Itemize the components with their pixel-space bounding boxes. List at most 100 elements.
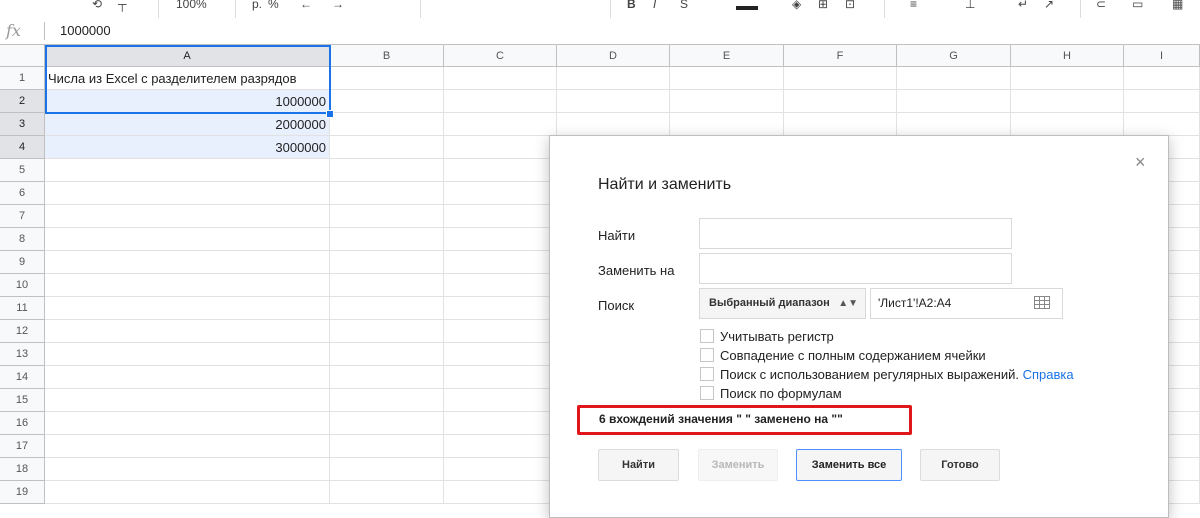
- text-color-icon[interactable]: [736, 6, 758, 10]
- cell-a5[interactable]: [45, 159, 330, 182]
- cell-b3[interactable]: [330, 113, 444, 136]
- cell-a19[interactable]: [45, 481, 330, 504]
- cell-c9[interactable]: [444, 251, 557, 274]
- find-button[interactable]: Найти: [598, 449, 679, 481]
- cell-g3[interactable]: [897, 113, 1011, 136]
- cell-c16[interactable]: [444, 412, 557, 435]
- column-header[interactable]: E: [670, 45, 784, 67]
- cell-b12[interactable]: [330, 320, 444, 343]
- done-button[interactable]: Готово: [920, 449, 1000, 481]
- cell-c7[interactable]: [444, 205, 557, 228]
- formula-input[interactable]: 1000000: [60, 23, 111, 38]
- cell-c10[interactable]: [444, 274, 557, 297]
- cell-b9[interactable]: [330, 251, 444, 274]
- cell-f1[interactable]: [784, 67, 897, 90]
- cell-a9[interactable]: [45, 251, 330, 274]
- cell-d3[interactable]: [557, 113, 670, 136]
- help-link[interactable]: Справка: [1023, 367, 1074, 382]
- cell-a1[interactable]: Числа из Excel с разделителем разрядов: [45, 67, 330, 90]
- checkbox[interactable]: [700, 367, 714, 381]
- cell-a15[interactable]: [45, 389, 330, 412]
- column-header[interactable]: D: [557, 45, 670, 67]
- text-rotation-icon[interactable]: ↗: [1044, 0, 1054, 14]
- cell-a17[interactable]: [45, 435, 330, 458]
- vertical-align-icon[interactable]: ⊥: [965, 0, 975, 14]
- close-icon[interactable]: ×: [1135, 152, 1146, 173]
- column-header[interactable]: F: [784, 45, 897, 67]
- search-scope-select[interactable]: Выбранный диапазон ▲▼: [699, 288, 866, 319]
- cell-c15[interactable]: [444, 389, 557, 412]
- cell-e2[interactable]: [670, 90, 784, 113]
- fill-color-icon[interactable]: ◈: [792, 0, 801, 14]
- horizontal-align-icon[interactable]: ≡: [910, 0, 917, 14]
- cell-c12[interactable]: [444, 320, 557, 343]
- link-icon[interactable]: ⊂: [1096, 0, 1106, 14]
- cell-a14[interactable]: [45, 366, 330, 389]
- cell-i2[interactable]: [1124, 90, 1200, 113]
- cell-c5[interactable]: [444, 159, 557, 182]
- cell-c18[interactable]: [444, 458, 557, 481]
- cell-a8[interactable]: [45, 228, 330, 251]
- cell-b16[interactable]: [330, 412, 444, 435]
- cell-c4[interactable]: [444, 136, 557, 159]
- cell-b14[interactable]: [330, 366, 444, 389]
- cell-b10[interactable]: [330, 274, 444, 297]
- checkbox[interactable]: [700, 348, 714, 362]
- borders-icon[interactable]: ⊞: [818, 0, 828, 14]
- column-header[interactable]: C: [444, 45, 557, 67]
- cell-c2[interactable]: [444, 90, 557, 113]
- cell-c19[interactable]: [444, 481, 557, 504]
- column-header[interactable]: G: [897, 45, 1011, 67]
- cell-c17[interactable]: [444, 435, 557, 458]
- cell-b17[interactable]: [330, 435, 444, 458]
- row-header[interactable]: 18: [0, 458, 45, 481]
- replace-input[interactable]: [699, 253, 1012, 284]
- checkbox[interactable]: [700, 329, 714, 343]
- row-header[interactable]: 13: [0, 343, 45, 366]
- row-header[interactable]: 1: [0, 67, 45, 90]
- row-header[interactable]: 2: [0, 90, 45, 113]
- cell-a18[interactable]: [45, 458, 330, 481]
- cell-b1[interactable]: [330, 67, 444, 90]
- option-match-case[interactable]: Учитывать регистр: [700, 329, 834, 345]
- column-header[interactable]: H: [1011, 45, 1124, 67]
- replace-all-button[interactable]: Заменить все: [796, 449, 902, 481]
- comment-icon[interactable]: ▭: [1132, 0, 1143, 14]
- cell-a12[interactable]: [45, 320, 330, 343]
- cell-c1[interactable]: [444, 67, 557, 90]
- percent-format-button[interactable]: %: [268, 0, 279, 14]
- cell-b18[interactable]: [330, 458, 444, 481]
- cell-c13[interactable]: [444, 343, 557, 366]
- fill-handle[interactable]: [326, 110, 334, 118]
- option-match-entire-cell[interactable]: Совпадение с полным содержанием ячейки: [700, 348, 986, 364]
- cell-e1[interactable]: [670, 67, 784, 90]
- find-input[interactable]: [699, 218, 1012, 249]
- row-header[interactable]: 10: [0, 274, 45, 297]
- undo-icon[interactable]: ⟲: [92, 0, 102, 14]
- cell-a13[interactable]: [45, 343, 330, 366]
- chart-icon[interactable]: ▦: [1172, 0, 1183, 14]
- cell-a11[interactable]: [45, 297, 330, 320]
- checkbox[interactable]: [700, 386, 714, 400]
- cell-f2[interactable]: [784, 90, 897, 113]
- cell-c11[interactable]: [444, 297, 557, 320]
- cell-a2[interactable]: 1000000: [45, 90, 330, 113]
- cell-a6[interactable]: [45, 182, 330, 205]
- cell-c8[interactable]: [444, 228, 557, 251]
- currency-format-button[interactable]: р.: [252, 0, 262, 14]
- replace-button[interactable]: Заменить: [698, 449, 778, 481]
- row-header[interactable]: 17: [0, 435, 45, 458]
- select-all-corner[interactable]: [0, 45, 45, 67]
- cell-i3[interactable]: [1124, 113, 1200, 136]
- cell-d2[interactable]: [557, 90, 670, 113]
- column-header[interactable]: A: [45, 45, 330, 67]
- cell-b15[interactable]: [330, 389, 444, 412]
- row-header[interactable]: 14: [0, 366, 45, 389]
- row-header[interactable]: 5: [0, 159, 45, 182]
- cell-a7[interactable]: [45, 205, 330, 228]
- cell-b8[interactable]: [330, 228, 444, 251]
- zoom-select[interactable]: 100%: [176, 0, 207, 14]
- cell-b13[interactable]: [330, 343, 444, 366]
- cell-h1[interactable]: [1011, 67, 1124, 90]
- text-wrap-icon[interactable]: ↵: [1018, 0, 1028, 14]
